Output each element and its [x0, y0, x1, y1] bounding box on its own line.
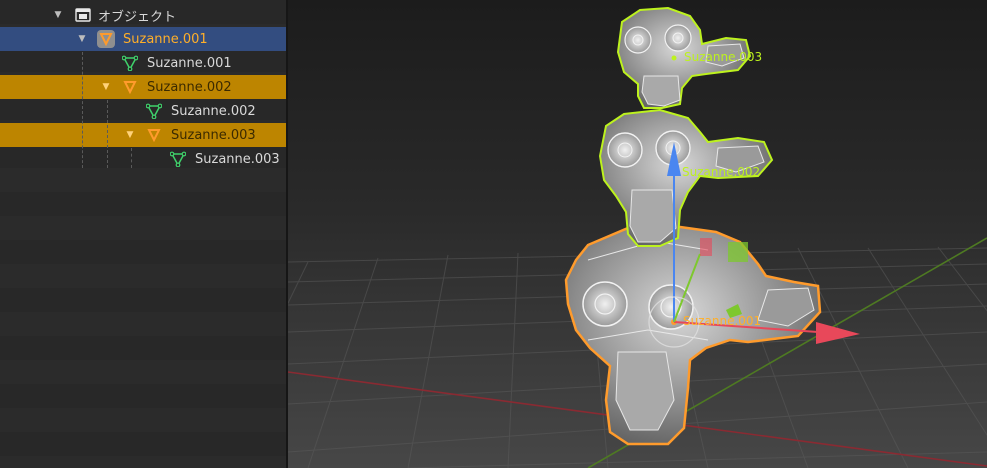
- object-name-label: Suzanne.001: [683, 314, 762, 328]
- outliner-item-label: Suzanne.002: [147, 79, 232, 95]
- outliner-stripe: [0, 312, 286, 336]
- outliner-item-label: Suzanne.001: [147, 55, 232, 71]
- hierarchy-line: [82, 52, 83, 168]
- outliner-stripe: [0, 384, 286, 408]
- outliner-item-suzanne-001[interactable]: ▼ Suzanne.001: [0, 27, 286, 51]
- outliner-item-suzanne-003[interactable]: ▼ Suzanne.003: [0, 123, 286, 147]
- outliner-item-mesh-002[interactable]: Suzanne.002: [0, 99, 286, 123]
- outliner-stripe: [0, 432, 286, 456]
- outliner-stripe: [0, 456, 286, 468]
- object-icon: [121, 78, 139, 96]
- object-name-label: Suzanne.003: [684, 50, 763, 64]
- expand-arrow-icon[interactable]: ▼: [77, 34, 87, 44]
- expand-arrow-icon[interactable]: ▼: [101, 82, 111, 92]
- outliner-stripe: [0, 192, 286, 216]
- expand-arrow-icon[interactable]: ▼: [125, 130, 135, 140]
- hierarchy-line: [131, 148, 132, 168]
- object-name-label: Suzanne.002: [682, 165, 761, 179]
- collection-row[interactable]: ▼ オブジェクト: [0, 3, 286, 27]
- outliner-stripe: [0, 168, 286, 192]
- outliner-item-label: Suzanne.002: [171, 103, 256, 119]
- outliner-stripe: [0, 216, 286, 240]
- collection-label: オブジェクト: [98, 9, 177, 25]
- mesh-data-icon: [169, 150, 187, 168]
- expand-arrow-icon[interactable]: ▼: [53, 10, 63, 20]
- mesh-data-icon: [145, 102, 163, 120]
- object-icon: [97, 30, 115, 48]
- outliner-item-label: Suzanne.003: [171, 127, 256, 143]
- hierarchy-line: [107, 100, 108, 168]
- origin-point-icon: [671, 55, 677, 61]
- outliner-stripe: [0, 408, 286, 432]
- object-icon: [145, 126, 163, 144]
- outliner-item-label: Suzanne.001: [123, 31, 208, 47]
- outliner-item-label: Suzanne.003: [195, 151, 280, 167]
- outliner-stripe: [0, 240, 286, 264]
- outliner-stripe: [0, 336, 286, 360]
- outliner-stripe: [0, 360, 286, 384]
- xz-plane-handle[interactable]: [700, 238, 712, 256]
- outliner-item-mesh-003[interactable]: Suzanne.003: [0, 147, 286, 171]
- 3d-viewport[interactable]: Suzanne.003 Suzanne.002 Suzanne.001: [288, 0, 987, 468]
- collection-icon: [74, 6, 92, 24]
- mesh-data-icon: [121, 54, 139, 72]
- outliner-stripe: [0, 288, 286, 312]
- xy-plane-handle[interactable]: [728, 242, 748, 262]
- outliner-item-mesh-001[interactable]: Suzanne.001: [0, 51, 286, 75]
- outliner-item-suzanne-002[interactable]: ▼ Suzanne.002: [0, 75, 286, 99]
- outliner-panel[interactable]: ▼ オブジェクト ▼ Suzanne.001 Suzanne.001 ▼ Suz…: [0, 0, 286, 468]
- outliner-stripe: [0, 264, 286, 288]
